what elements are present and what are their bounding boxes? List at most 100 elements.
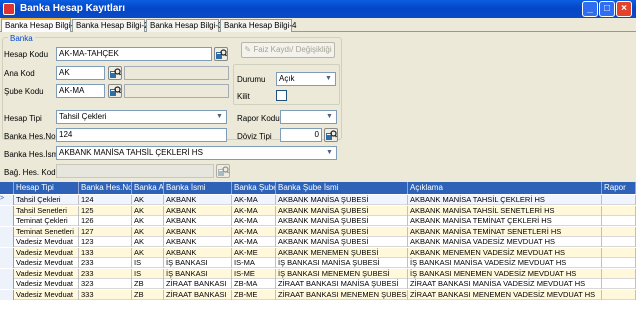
cell-banka-ismi: İŞ BANKASI	[164, 268, 232, 279]
row-indicator-header	[0, 182, 14, 194]
chevron-down-icon: ▼	[326, 113, 333, 120]
lookup-icon[interactable]	[324, 128, 338, 142]
cell-banka-ar: ZB	[132, 289, 164, 300]
row-indicator[interactable]	[0, 279, 14, 289]
cell-banka-ar: AK	[132, 195, 164, 205]
table-row[interactable]: Vadesiz Mevduat 133 AK AKBANK AK-ME AKBANK ME…	[0, 247, 636, 258]
cell-banka-sube: ZB-ME	[232, 289, 276, 300]
sube-kodu-desc	[124, 84, 229, 98]
tab-banka-hesap-bilgi-3[interactable]: Banka Hesap Bilgi-3	[146, 19, 222, 32]
table-row[interactable]: Teminat Çekleri 126 AK AKBANK AK-MA AKBANK MA…	[0, 216, 636, 226]
table-row[interactable]: Vadesiz Mevduat 333 ZB ZİRAAT BANKASI ZB-ME Z…	[0, 289, 636, 300]
col-banka-sube-ismi[interactable]: Banka Şube İsmi	[276, 182, 408, 194]
kilit-checkbox[interactable]	[276, 90, 287, 101]
row-indicator[interactable]	[0, 237, 14, 247]
col-hesap-tipi[interactable]: Hesap Tipi	[14, 182, 79, 194]
cell-aciklama: AKBANK MANİSA TAHSİL SENETLERİ HS	[408, 205, 602, 216]
cell-banka-sube-ismi: AKBANK MANİSA ŞUBESİ	[276, 237, 408, 247]
lookup-icon[interactable]	[214, 47, 228, 61]
bag-hes-kod-input[interactable]	[56, 164, 214, 178]
cell-banka-sube: ZB-MA	[232, 279, 276, 289]
row-indicator[interactable]	[0, 226, 14, 237]
row-indicator[interactable]	[0, 289, 14, 300]
cell-hesap-tipi: Vadesiz Mevduat	[14, 279, 79, 289]
cell-banka-sube-ismi: İŞ BANKASI MANİSA ŞUBESİ	[276, 258, 408, 268]
cell-banka-ismi: ZİRAAT BANKASI	[164, 279, 232, 289]
cell-banka-sube: AK-MA	[232, 205, 276, 216]
row-indicator[interactable]	[0, 247, 14, 258]
banka-hes-no-input[interactable]: 124	[56, 128, 227, 142]
cell-banka-sube: IS-ME	[232, 268, 276, 279]
close-button[interactable]: ×	[616, 1, 632, 17]
table-row[interactable]: Teminat Senetleri 127 AK AKBANK AK-MA AKBANK …	[0, 226, 636, 237]
table-row[interactable]: Vadesiz Mevduat 233 IS İŞ BANKASI IS-ME İŞ BA…	[0, 268, 636, 279]
cell-rapor	[602, 195, 636, 205]
col-banka-hes-no[interactable]: Banka Hes.No	[79, 182, 132, 194]
col-rapor[interactable]: Rapor	[602, 182, 636, 194]
tab-banka-hesap-bilgi-4[interactable]: Banka Hesap Bilgi-4	[220, 19, 296, 32]
durumu-value: Açık	[279, 74, 295, 83]
cell-aciklama: AKBANK MANİSA VADESİZ MEVDUAT HS	[408, 237, 602, 247]
row-indicator[interactable]: >	[0, 195, 14, 205]
cell-rapor	[602, 258, 636, 268]
cell-banka-ismi: AKBANK	[164, 247, 232, 258]
cell-banka-ismi: ZİRAAT BANKASI	[164, 289, 232, 300]
doviz-tipi-input[interactable]: 0	[280, 128, 322, 142]
cell-aciklama: AKBANK MANİSA TAHSİL ÇEKLERİ HS	[408, 195, 602, 205]
row-indicator[interactable]	[0, 205, 14, 216]
table-row[interactable]: Vadesiz Mevduat 323 ZB ZİRAAT BANKASI ZB-MA Z…	[0, 279, 636, 289]
rapor-kodu-label: Rapor Kodu	[237, 114, 280, 123]
tab-banka-hesap-bilgi-2[interactable]: Banka Hesap Bilgi-2	[72, 19, 148, 32]
cell-aciklama: ZİRAAT BANKASI MANİSA VADESİZ MEVDUAT HS	[408, 279, 602, 289]
table-row[interactable]: > Tahsil Çekleri 124 AK AKBANK AK-MA AKBANK MA…	[0, 195, 636, 205]
bank-accounts-grid[interactable]: Hesap Tipi Banka Hes.No Banka Ar Banka İ…	[0, 182, 636, 316]
hesap-kodu-label: Hesap Kodu	[4, 50, 49, 59]
col-banka-ismi[interactable]: Banka İsmi	[164, 182, 232, 194]
row-indicator[interactable]	[0, 216, 14, 226]
col-banka-ar[interactable]: Banka Ar	[132, 182, 164, 194]
hesap-tipi-select[interactable]: Tahsil Çekleri ▼	[56, 110, 227, 124]
ana-kod-desc	[124, 66, 229, 80]
cell-rapor	[602, 226, 636, 237]
cell-banka-ar: AK	[132, 216, 164, 226]
col-aciklama[interactable]: Açıklama	[408, 182, 602, 194]
ana-kod-input[interactable]: AK	[56, 66, 105, 80]
cell-hesap-tipi: Vadesiz Mevduat	[14, 258, 79, 268]
lookup-icon[interactable]	[216, 164, 230, 178]
row-indicator[interactable]	[0, 258, 14, 268]
cell-rapor	[602, 268, 636, 279]
cell-banka-sube-ismi: AKBANK MANİSA ŞUBESİ	[276, 195, 408, 205]
cell-banka-ismi: AKBANK	[164, 226, 232, 237]
cell-hesap-tipi: Vadesiz Mevduat	[14, 247, 79, 258]
faiz-kaydi-button[interactable]: ✎ Faiz Kaydı/ Değişikliği	[241, 42, 335, 58]
chevron-down-icon: ▼	[325, 75, 332, 82]
col-banka-sube[interactable]: Banka Şube	[232, 182, 276, 194]
cell-banka-ar: AK	[132, 226, 164, 237]
maximize-button[interactable]: □	[599, 1, 615, 17]
form-panel: Banka Hesap Kodu AK-MA-TAHÇEK ✎ Faiz Kay…	[0, 32, 636, 182]
chevron-down-icon: ▼	[216, 113, 223, 120]
table-row[interactable]: Tahsil Senetleri 125 AK AKBANK AK-MA AKBANK M…	[0, 205, 636, 216]
cell-rapor	[602, 216, 636, 226]
chevron-down-icon: ▼	[326, 149, 333, 156]
cell-banka-sube: IS-MA	[232, 258, 276, 268]
table-row[interactable]: Vadesiz Mevduat 233 IS İŞ BANKASI IS-MA İŞ BA…	[0, 258, 636, 268]
rapor-kodu-select[interactable]: ▼	[280, 110, 337, 124]
tab-banka-hesap-bilgi-1[interactable]: Banka Hesap Bilgi-1	[1, 18, 77, 33]
minimize-button[interactable]: _	[582, 1, 598, 17]
sube-kodu-input[interactable]: AK-MA	[56, 84, 105, 98]
lookup-icon[interactable]	[108, 84, 122, 98]
cell-rapor	[602, 289, 636, 300]
hesap-tipi-label: Hesap Tipi	[4, 114, 42, 123]
hesap-kodu-input[interactable]: AK-MA-TAHÇEK	[56, 47, 212, 61]
cell-banka-hes-no: 233	[79, 268, 132, 279]
cell-banka-hes-no: 127	[79, 226, 132, 237]
cell-aciklama: AKBANK MANİSA TEMİNAT SENETLERİ HS	[408, 226, 602, 237]
durumu-select[interactable]: Açık ▼	[276, 72, 336, 86]
banka-hes-ismi-select[interactable]: AKBANK MANİSA TAHSİL ÇEKLERİ HS ▼	[56, 146, 337, 160]
table-row[interactable]: Vadesiz Mevduat 123 AK AKBANK AK-MA AKBANK MA…	[0, 237, 636, 247]
row-indicator[interactable]	[0, 268, 14, 279]
cell-banka-hes-no: 233	[79, 258, 132, 268]
cell-banka-ismi: AKBANK	[164, 205, 232, 216]
lookup-icon[interactable]	[108, 66, 122, 80]
